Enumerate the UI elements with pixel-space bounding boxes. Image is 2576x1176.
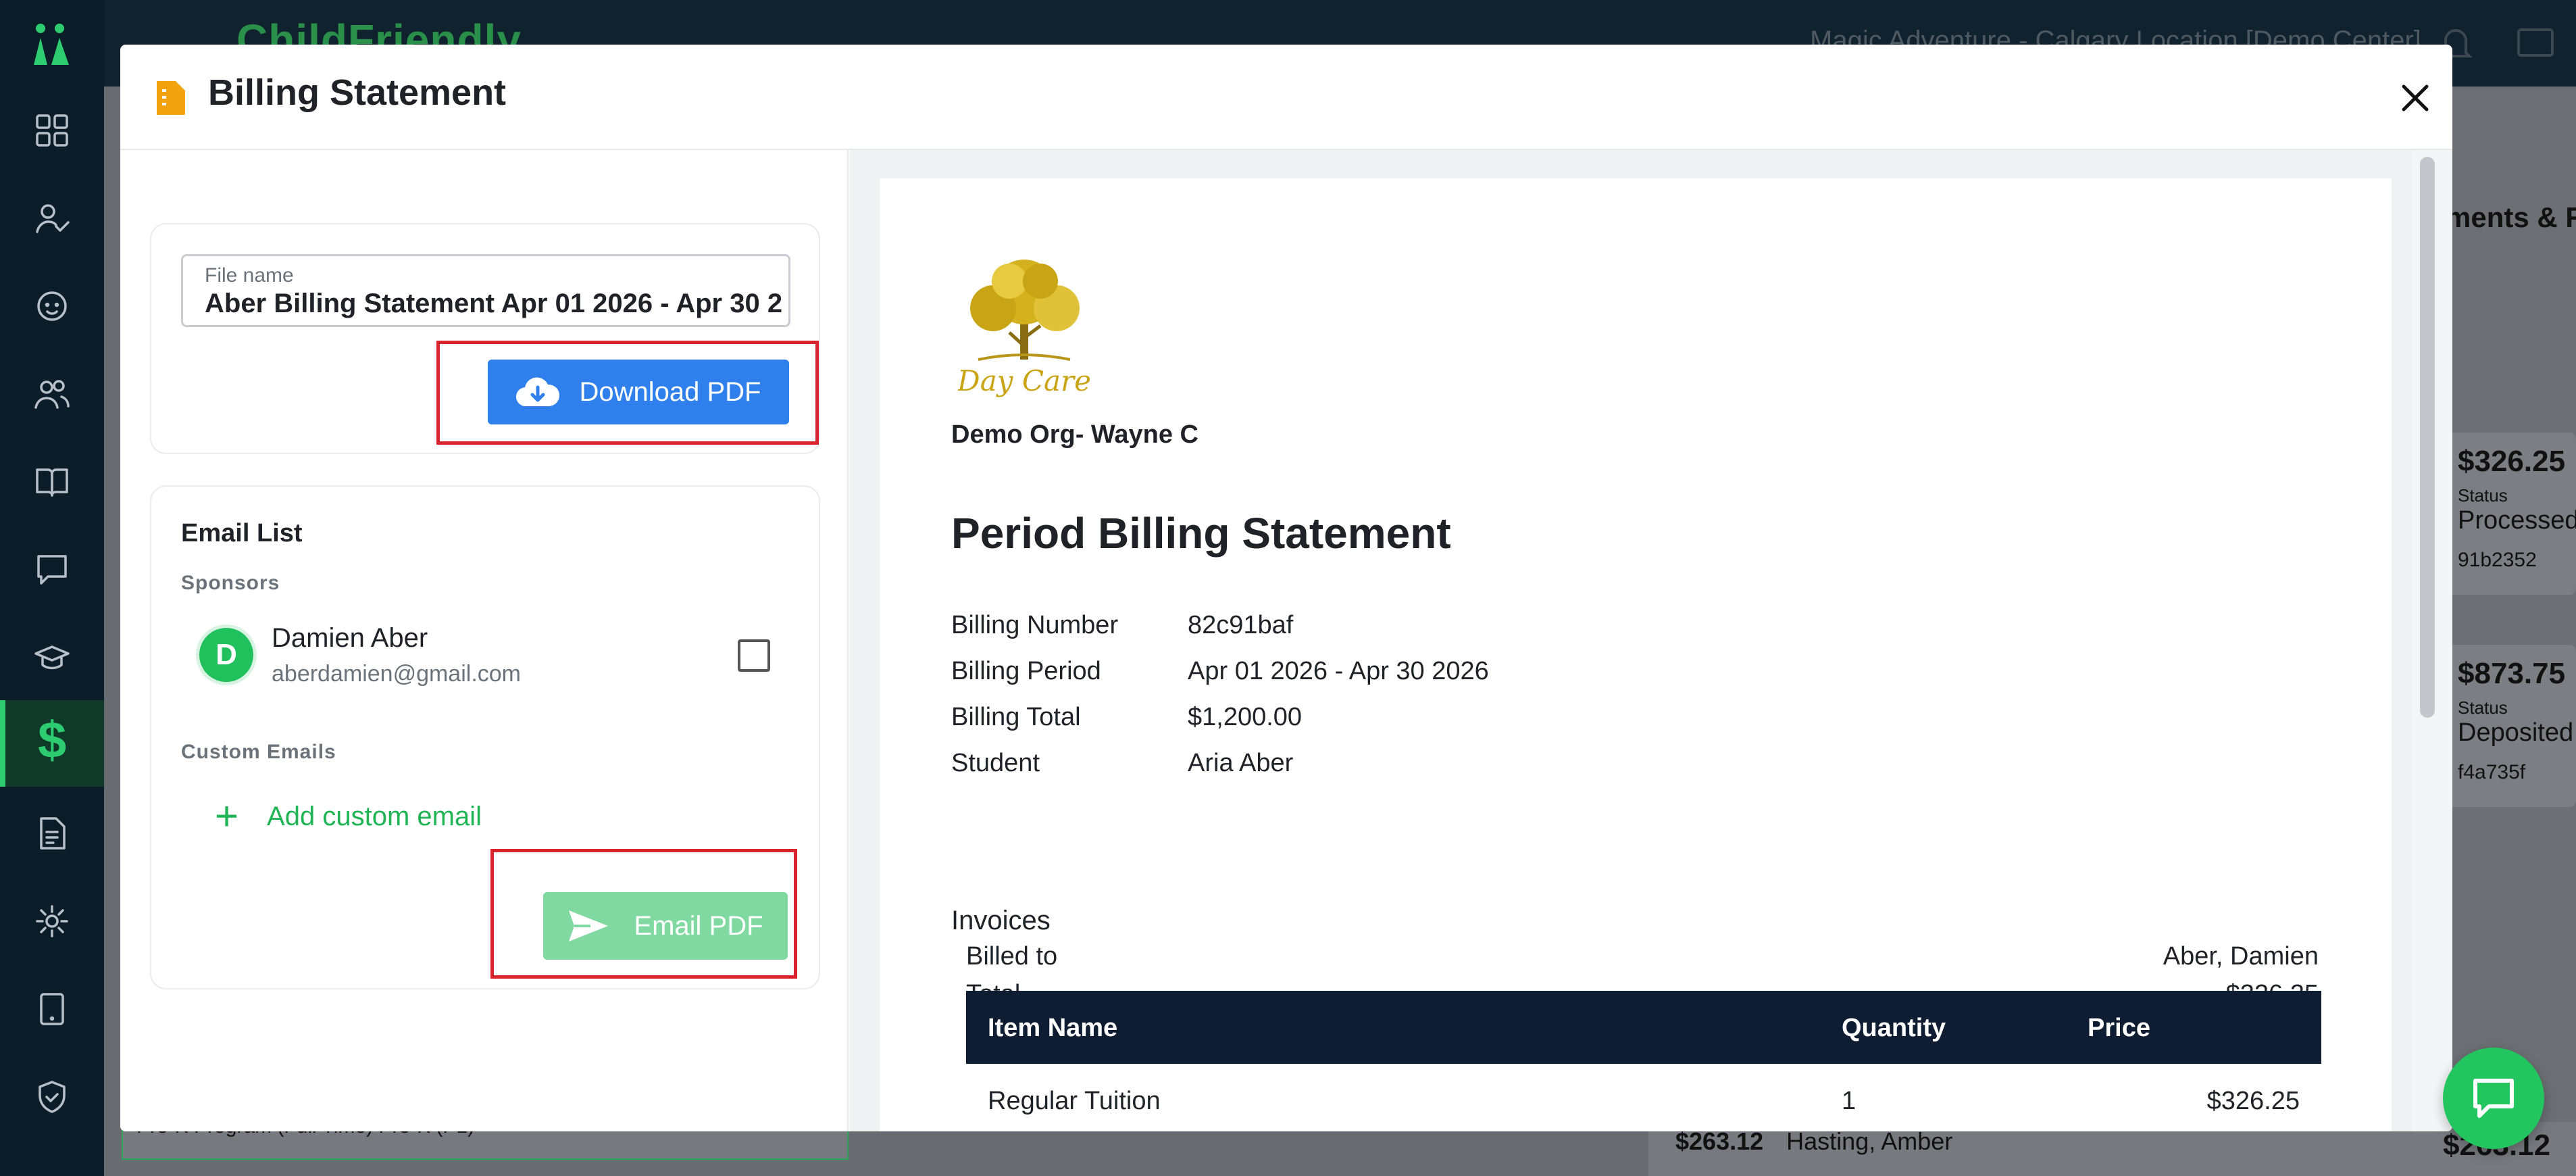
pdf-preview: Day Care Demo Org- Wayne C Period Billin… — [850, 150, 2452, 1131]
file-card: File name Aber Billing Statement Apr 01 … — [150, 223, 820, 454]
email-pdf-button[interactable]: Email PDF — [543, 892, 788, 960]
graduation-icon[interactable] — [24, 630, 80, 685]
payments-panel-dimmed — [2444, 88, 2576, 1176]
child-icon[interactable] — [24, 278, 80, 334]
field-label: Billing Number — [951, 611, 1119, 639]
custom-emails-label: Custom Emails — [181, 741, 336, 763]
add-custom-email-label: Add custom email — [267, 801, 482, 831]
statement-page: Day Care Demo Org- Wayne C Period Billin… — [880, 178, 2392, 1131]
sponsor-avatar: D — [196, 624, 257, 685]
invoice-amount: $263.12 — [1675, 1127, 1764, 1155]
field-value: 82c91baf — [1188, 611, 1294, 639]
billed-to-label: Billed to — [966, 942, 1058, 971]
payment-status: Deposited — [2458, 718, 2574, 747]
file-name-input[interactable]: Aber Billing Statement Apr 01 2026 - Apr… — [205, 289, 783, 319]
modal-header: Billing Statement — [120, 45, 2452, 150]
chat-support-button[interactable] — [2443, 1048, 2544, 1149]
column-header-price: Price — [2088, 1014, 2150, 1042]
send-icon — [569, 910, 609, 941]
field-label: Billing Total — [951, 703, 1081, 731]
shield-icon[interactable] — [24, 1069, 80, 1125]
attendance-icon[interactable] — [24, 191, 80, 246]
dashboard-icon[interactable] — [24, 103, 80, 158]
organization-name: Demo Org- Wayne C — [951, 420, 1198, 449]
payment-card[interactable]: $873.75 Status Deposited f4a735f — [2444, 645, 2576, 807]
chat-window-icon[interactable] — [2512, 20, 2559, 68]
payments-tab[interactable]: ments & Re — [2446, 201, 2576, 234]
users-icon[interactable] — [24, 366, 80, 422]
sponsor-name: Damien Aber — [272, 623, 428, 653]
invoice-name: Hasting, Amber — [1786, 1127, 1953, 1155]
statement-document-icon — [157, 81, 185, 115]
payment-card[interactable]: $326.25 Status Processed 91b2352 — [2444, 433, 2576, 595]
file-name-label: File name — [205, 264, 294, 287]
day-care-logo: Day Care — [958, 260, 1090, 397]
payment-amount: $873.75 — [2458, 657, 2566, 690]
billing-total-row: Billing Total $1,200.00 — [951, 703, 1302, 732]
document-icon[interactable] — [24, 806, 80, 861]
item-name-cell: Regular Tuition — [988, 1087, 1161, 1115]
email-pdf-label: Email PDF — [634, 910, 763, 941]
student-row: Student Aria Aber — [951, 749, 1293, 778]
payment-status: Processed — [2458, 506, 2576, 535]
billed-to-value: Aber, Damien — [2163, 942, 2319, 971]
svg-text:Day Care: Day Care — [958, 364, 1090, 397]
email-list-title: Email List — [181, 519, 303, 547]
sponsor-checkbox[interactable] — [738, 639, 770, 672]
cloud-download-icon — [516, 377, 560, 407]
sponsors-label: Sponsors — [181, 572, 280, 594]
download-pdf-button[interactable]: Download PDF — [488, 360, 789, 424]
settings-gear-icon[interactable] — [24, 893, 80, 949]
payment-status-label: Status — [2458, 485, 2508, 506]
field-value: Aria Aber — [1188, 749, 1294, 777]
modal-title: Billing Statement — [208, 72, 507, 113]
billing-number-row: Billing Number 82c91baf — [951, 611, 1293, 640]
billing-dollar-icon: $ — [38, 712, 67, 769]
field-label: Student — [951, 749, 1040, 777]
payment-amount: $326.25 — [2458, 445, 2566, 478]
column-header-quantity: Quantity — [1842, 1014, 1946, 1042]
download-pdf-label: Download PDF — [579, 376, 761, 407]
field-value: Apr 01 2026 - Apr 30 2026 — [1188, 657, 1489, 685]
quantity-cell: 1 — [1842, 1087, 1857, 1115]
close-icon — [2402, 84, 2429, 112]
messages-icon[interactable] — [24, 542, 80, 597]
billing-period-row: Billing Period Apr 01 2026 - Apr 30 2026 — [951, 657, 1489, 686]
payment-hash: 91b2352 — [2458, 549, 2537, 571]
table-row: Regular Tuition 1 $326.25 — [966, 1064, 2321, 1131]
payment-status-label: Status — [2458, 697, 2508, 718]
email-list-card: Email List Sponsors D Damien Aber aberda… — [150, 485, 820, 989]
tablet-icon[interactable] — [24, 981, 80, 1037]
sponsor-email: aberdamien@gmail.com — [272, 661, 522, 687]
column-header-item: Item Name — [988, 1014, 1118, 1042]
preview-scroll-thumb[interactable] — [2420, 157, 2435, 718]
payment-hash: f4a735f — [2458, 761, 2526, 783]
add-custom-email-button[interactable]: + Add custom email — [215, 796, 482, 837]
field-value: $1,200.00 — [1188, 703, 1303, 731]
invoices-label: Invoices — [951, 906, 1051, 935]
export-options-pane: File name Aber Billing Statement Apr 01 … — [120, 150, 849, 1131]
price-cell: $326.25 — [2206, 1087, 2300, 1115]
statement-heading: Period Billing Statement — [951, 509, 1451, 558]
book-icon[interactable] — [24, 454, 80, 510]
chat-bubble-icon — [2473, 1079, 2514, 1118]
plus-icon: + — [215, 793, 239, 839]
field-label: Billing Period — [951, 657, 1101, 685]
close-button[interactable] — [2392, 74, 2439, 122]
app-logo-icon[interactable] — [28, 20, 76, 68]
invoice-table-header: Item Name Quantity Price — [966, 991, 2321, 1064]
billing-statement-modal: Billing Statement File name Aber Billing… — [120, 45, 2452, 1131]
sidebar: $ — [0, 0, 104, 1176]
file-name-field[interactable]: File name Aber Billing Statement Apr 01 … — [181, 254, 790, 327]
